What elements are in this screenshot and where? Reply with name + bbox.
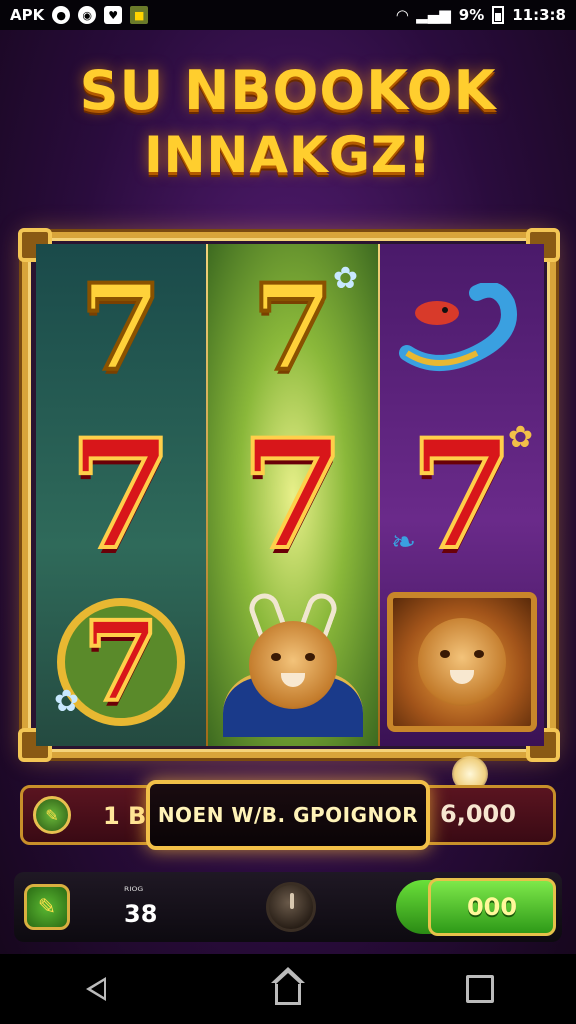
- game-title: SU NBOOKOK INNAKGZ!: [0, 58, 576, 186]
- wifi-icon: ◠: [396, 6, 409, 24]
- seven-glyph: 7: [67, 406, 175, 583]
- autoplay-knob[interactable]: [266, 882, 316, 932]
- message-banner: NOEN W/B. GPOIGNOR: [146, 780, 430, 850]
- reel-2: 7 ✿ 7: [208, 244, 378, 746]
- bow-icon: ✿: [54, 684, 80, 720]
- snake-icon: [399, 282, 517, 371]
- status-app-label: APK: [10, 6, 45, 24]
- seven-glyph: 7: [239, 406, 347, 583]
- bet-adjust-button[interactable]: ✎: [33, 796, 71, 834]
- seven-glyph: 7: [78, 256, 164, 399]
- reel-frame: 7 7 7 ✿ 7 ✿ 7 7 ✿ ❧: [18, 228, 560, 762]
- red-seven-symbol: 7: [46, 406, 196, 583]
- battery-icon: [492, 6, 505, 24]
- lion-frame: [387, 592, 537, 733]
- reel-1: 7 7 7 ✿: [36, 244, 206, 746]
- status-right: ◠ ▂▄▆ 9% 11:3:8: [397, 6, 566, 24]
- spin-button[interactable]: 000: [428, 878, 556, 936]
- seven-glyph: 7: [408, 406, 516, 583]
- snake-symbol: [387, 253, 537, 403]
- home-button[interactable]: [258, 964, 318, 1014]
- notification-icon: ●: [52, 6, 71, 24]
- image-icon: ■: [130, 6, 149, 24]
- menu-button[interactable]: ✎: [24, 884, 70, 930]
- recents-button[interactable]: [450, 964, 510, 1014]
- home-icon: [271, 967, 305, 1005]
- wrapped-seven-symbol: 7 ✿ ❧: [387, 406, 537, 583]
- control-bar: ✎ ᴿᴵᴼᴳ 38 000: [14, 872, 562, 942]
- seven-glyph: 7: [81, 595, 162, 728]
- lines-label: ᴿᴵᴼᴳ: [124, 884, 144, 898]
- lines-value: 38: [124, 900, 158, 928]
- gold-seven-symbol: 7 ✿: [218, 253, 368, 403]
- status-left: APK ● ◉ ♥ ■: [10, 6, 149, 24]
- red-seven-symbol: 7: [218, 406, 368, 583]
- title-line-1: SU NBOOKOK: [79, 59, 497, 122]
- battery-percent: 9%: [458, 6, 485, 24]
- reel-3: 7 ✿ ❧: [380, 244, 544, 746]
- gold-seven-symbol: 7: [46, 253, 196, 403]
- back-icon: [86, 977, 106, 1001]
- bow-icon: ✿: [332, 260, 358, 296]
- status-bar: APK ● ◉ ♥ ■ ◠ ▂▄▆ 9% 11:3:8: [0, 0, 576, 30]
- title-line-2: INNAKGZ!: [144, 126, 432, 184]
- camera-icon: ◉: [78, 6, 97, 24]
- lion-symbol: [387, 587, 537, 737]
- bow-icon: ✿: [507, 419, 533, 455]
- clock: 11:3:8: [512, 6, 566, 24]
- ribbon-icon: ❧: [391, 524, 417, 560]
- back-button[interactable]: [66, 964, 126, 1014]
- signal-icon: ▂▄▆: [416, 6, 451, 24]
- seven-glyph: 7: [250, 256, 336, 399]
- lion-face-icon: [418, 618, 506, 707]
- bull-face-icon: [249, 621, 337, 710]
- recents-icon: [466, 975, 494, 1003]
- shield-icon: ♥: [104, 6, 123, 24]
- spin-button-label: 000: [466, 893, 518, 921]
- win-amount: 6,000: [440, 800, 516, 828]
- navigation-bar: [0, 954, 576, 1024]
- banner-text: NOEN W/B. GPOIGNOR: [157, 803, 419, 827]
- ringed-seven-symbol: 7 ✿: [46, 587, 196, 737]
- bull-symbol: [218, 587, 368, 738]
